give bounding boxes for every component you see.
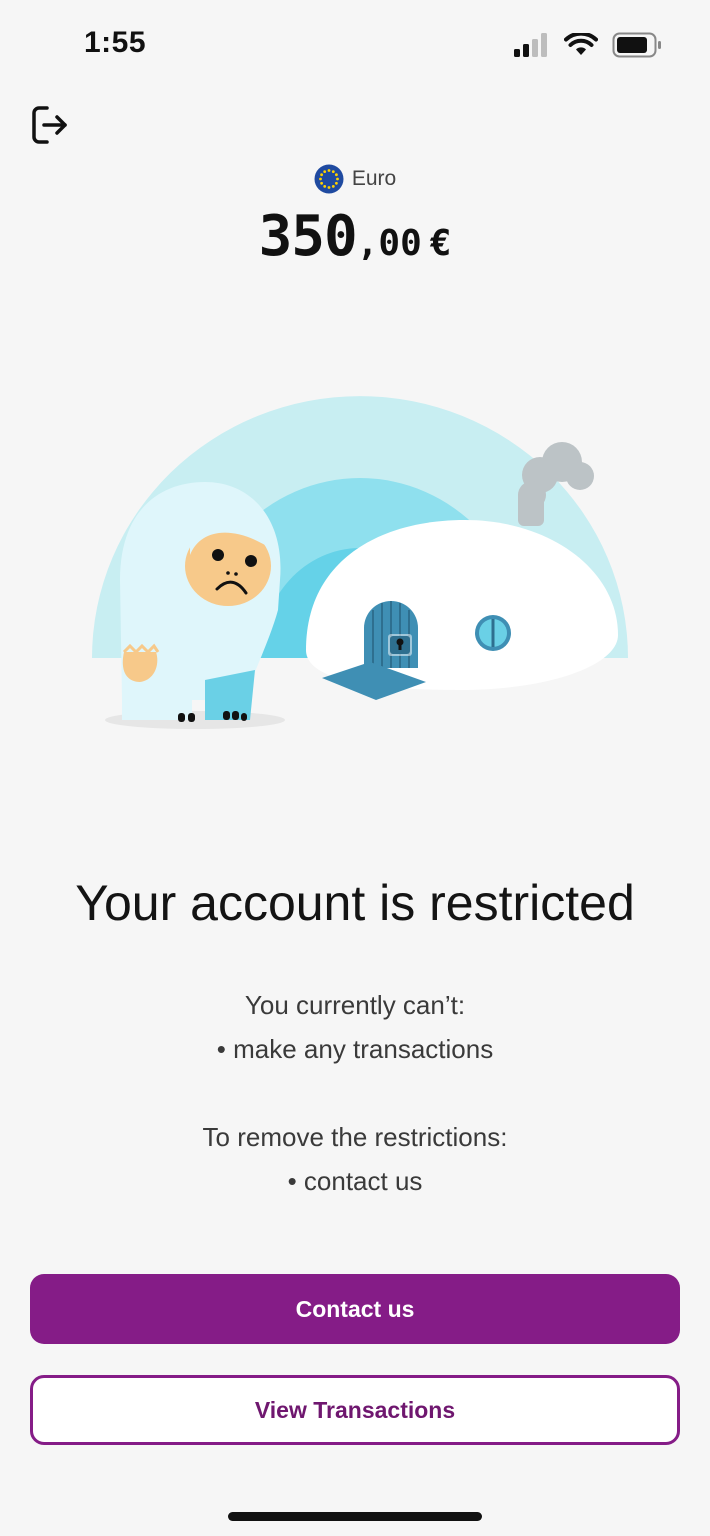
logout-icon [32,106,67,144]
page-title: Your account is restricted [75,875,635,931]
balance-currency-symbol: € [429,223,452,264]
battery-icon [612,32,661,58]
logout-button[interactable] [30,104,70,146]
eu-flag-icon [314,164,344,194]
remedy-heading: To remove the restrictions: [202,1122,508,1152]
status-bar: 1:55 [0,0,710,90]
restriction-item: • make any transactions [216,1034,494,1064]
currency-name: Euro [351,167,397,190]
home-indicator[interactable] [228,1512,482,1521]
balance-integer: 350 [258,204,358,269]
wifi-icon [564,33,598,55]
status-time: 1:55 [84,26,147,59]
status-icons [514,32,662,58]
account-balance: 350,00 € [0,204,710,269]
balance-decimals: ,00 [356,223,422,264]
restrictions-heading: You currently can’t: [244,990,466,1020]
view-transactions-button[interactable]: View Transactions [30,1375,680,1445]
contact-us-button[interactable]: Contact us [30,1274,680,1344]
sad-yeti-locked-igloo-illustration [92,396,628,729]
currency-selector[interactable]: Euro [0,164,710,194]
cellular-signal-icon [514,33,547,57]
remedy-item: • contact us [287,1166,423,1196]
